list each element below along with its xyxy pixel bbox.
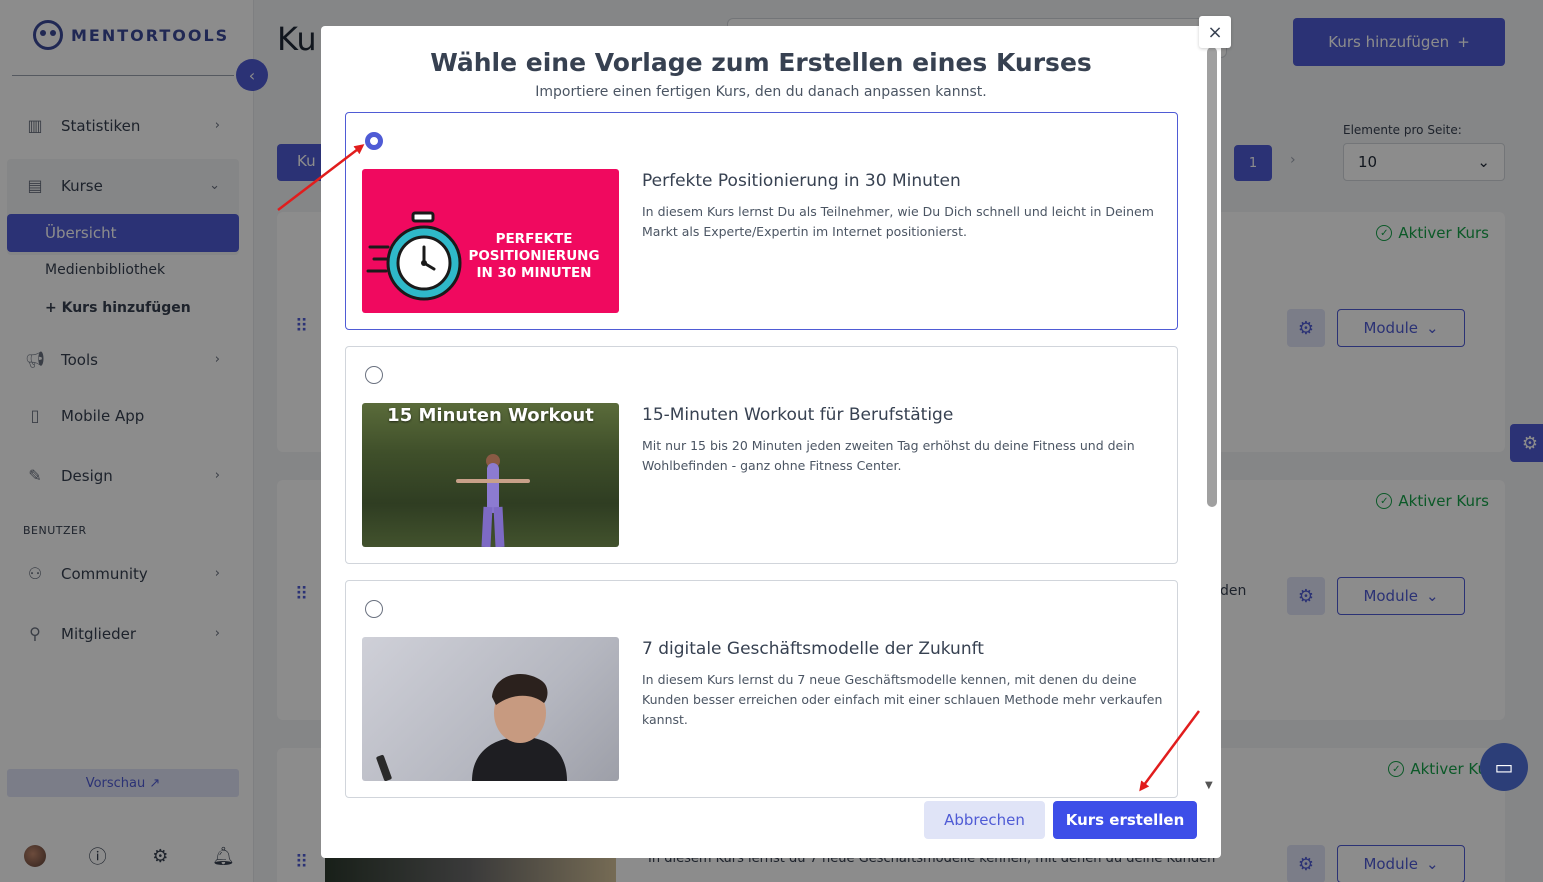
template-thumbnail: 15 Minuten Workout [362,403,619,547]
template-radio[interactable] [365,366,383,384]
modal-scrollbar-thumb[interactable] [1207,47,1217,507]
scroll-down-icon[interactable]: ▼ [1205,780,1213,791]
template-card[interactable]: 15 Minuten Workout 15-Minuten Workout fü… [345,346,1178,564]
thumbnail-text: PERFEKTE POSITIONIERUNG IN 30 MINUTEN [468,231,600,281]
template-radio[interactable] [365,132,383,150]
template-thumbnail: PERFEKTE POSITIONIERUNG IN 30 MINUTEN [362,169,619,313]
close-icon[interactable]: × [1199,16,1231,48]
template-description: In diesem Kurs lernst Du als Teilnehmer,… [642,204,1154,239]
portrait-figure [376,674,567,781]
thumbnail-text: 15 Minuten Workout [387,405,594,426]
template-card[interactable]: PERFEKTE POSITIONIERUNG IN 30 MINUTEN Pe… [345,112,1178,330]
modal-subtitle: Importiere einen fertigen Kurs, den du d… [535,84,987,100]
template-modal: Wähle eine Vorlage zum Erstellen eines K… [321,26,1221,858]
chat-launcher-button[interactable]: ▭ [1480,743,1528,791]
modal-title: Wähle eine Vorlage zum Erstellen eines K… [430,48,1092,77]
chat-icon: ▭ [1494,755,1514,779]
template-title: 15-Minuten Workout für Berufstätige [642,405,954,425]
template-radio[interactable] [365,600,383,618]
create-course-button[interactable]: Kurs erstellen [1053,801,1197,839]
template-title: 7 digitale Geschäftsmodelle der Zukunft [642,639,984,659]
template-list[interactable]: PERFEKTE POSITIONIERUNG IN 30 MINUTEN Pe… [345,112,1178,798]
template-card[interactable]: 7 digitale Geschäftsmodelle der Zukunft … [345,580,1178,798]
cancel-button[interactable]: Abbrechen [924,801,1045,839]
template-title: Perfekte Positionierung in 30 Minuten [642,171,961,191]
template-description: Mit nur 15 bis 20 Minuten jeden zweiten … [642,438,1135,473]
template-thumbnail [362,637,619,781]
template-description: In diesem Kurs lernst du 7 neue Geschäft… [642,672,1163,727]
